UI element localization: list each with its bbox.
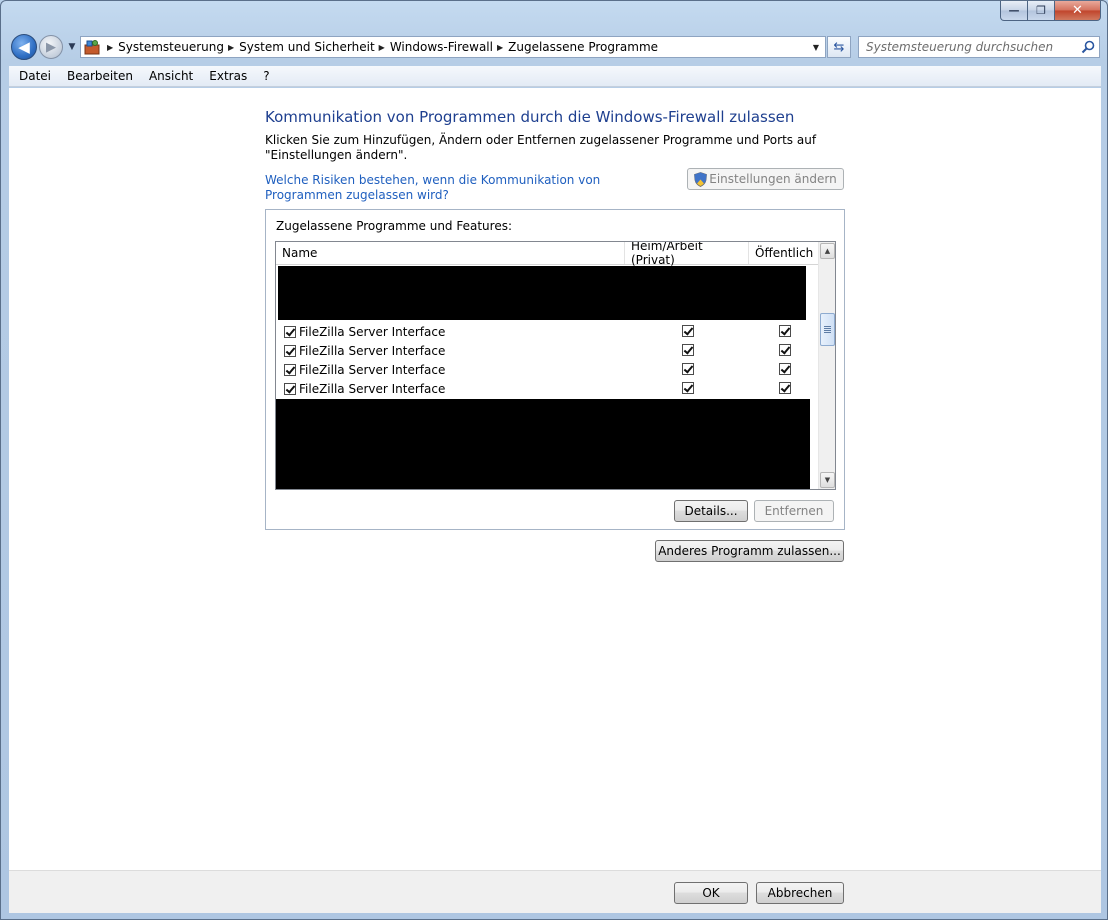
- column-header-home[interactable]: Heim/Arbeit (Privat): [625, 242, 749, 267]
- menu-bearbeiten[interactable]: Bearbeiten: [59, 69, 141, 83]
- redacted-block: [276, 399, 810, 489]
- navigation-row: ◀ ▶ ▼ ▶ Systemsteuerung ▶ System und Sic…: [9, 33, 1101, 61]
- home-network-checkbox[interactable]: [682, 382, 694, 394]
- table-row[interactable]: FileZilla Server Interface: [276, 360, 819, 379]
- home-network-checkbox[interactable]: [682, 344, 694, 356]
- details-button[interactable]: Details...: [674, 500, 748, 522]
- refresh-icon: ⇆: [833, 39, 845, 55]
- public-network-checkbox[interactable]: [779, 382, 791, 394]
- address-dropdown-icon[interactable]: ▼: [809, 40, 823, 54]
- column-header-public[interactable]: Öffentlich: [749, 242, 819, 264]
- program-name: FileZilla Server Interface: [299, 324, 446, 339]
- public-network-checkbox[interactable]: [779, 363, 791, 375]
- menu-ansicht[interactable]: Ansicht: [141, 69, 201, 83]
- table-row[interactable]: FileZilla Server Interface: [276, 322, 819, 341]
- minimize-button[interactable]: —: [1000, 1, 1028, 21]
- column-header-name[interactable]: Name: [276, 242, 625, 264]
- change-settings-button[interactable]: Einstellungen ändern: [687, 168, 844, 190]
- refresh-button[interactable]: ⇆: [827, 36, 851, 58]
- forward-button[interactable]: ▶: [39, 35, 63, 59]
- control-panel-icon: [81, 37, 103, 57]
- program-name-cell: FileZilla Server Interface: [284, 382, 445, 396]
- search-box[interactable]: [858, 36, 1100, 58]
- breadcrumb-zugelassene-programme[interactable]: Zugelassene Programme: [508, 40, 658, 54]
- content-area: Kommunikation von Programmen durch die W…: [9, 88, 1101, 870]
- menu-bar: Datei Bearbeiten Ansicht Extras ?: [9, 66, 1101, 87]
- menu-extras[interactable]: Extras: [201, 69, 255, 83]
- menu-datei[interactable]: Datei: [11, 69, 59, 83]
- breadcrumb-system-und-sicherheit[interactable]: System und Sicherheit: [239, 40, 375, 54]
- allow-other-program-button[interactable]: Anderes Programm zulassen...: [655, 540, 844, 562]
- search-input[interactable]: [866, 40, 1072, 54]
- program-enabled-checkbox[interactable]: [284, 382, 296, 395]
- allowed-programs-list[interactable]: Name Heim/Arbeit (Privat) Öffentlich Fil…: [275, 241, 836, 490]
- grip-icon: [824, 326, 831, 333]
- cancel-button[interactable]: Abbrechen: [756, 882, 844, 904]
- remove-button[interactable]: Entfernen: [754, 500, 834, 522]
- program-enabled-checkbox[interactable]: [284, 325, 296, 338]
- breadcrumb-separator-icon[interactable]: ▶: [379, 43, 385, 52]
- change-settings-label: Einstellungen ändern: [709, 172, 837, 186]
- address-bar[interactable]: ▶ Systemsteuerung ▶ System und Sicherhei…: [80, 36, 826, 58]
- program-enabled-checkbox[interactable]: [284, 363, 296, 376]
- home-network-checkbox[interactable]: [682, 325, 694, 337]
- breadcrumb-systemsteuerung[interactable]: Systemsteuerung: [118, 40, 224, 54]
- breadcrumb-separator-icon[interactable]: ▶: [228, 43, 234, 52]
- page-title: Kommunikation von Programmen durch die W…: [265, 108, 795, 126]
- public-network-checkbox[interactable]: [779, 325, 791, 337]
- table-row[interactable]: FileZilla Server Interface: [276, 341, 819, 360]
- breadcrumb-separator-icon[interactable]: ▶: [107, 43, 113, 52]
- maximize-button[interactable]: ❐: [1028, 1, 1055, 21]
- program-name-cell: FileZilla Server Interface: [284, 363, 445, 377]
- breadcrumb-separator-icon[interactable]: ▶: [497, 43, 503, 52]
- scroll-up-icon[interactable]: ▲: [820, 243, 835, 259]
- allowed-programs-group: Zugelassene Programme und Features: Name…: [265, 209, 845, 530]
- allowed-programs-label: Zugelassene Programme und Features:: [276, 219, 513, 233]
- explorer-window: — ❐ ✕ ◀ ▶ ▼ ▶ Systemsteuerung ▶ System u…: [0, 0, 1108, 920]
- public-network-checkbox[interactable]: [779, 344, 791, 356]
- instructions-text: Klicken Sie zum Hinzufügen, Ändern oder …: [265, 133, 817, 162]
- scroll-down-icon[interactable]: ▼: [820, 472, 835, 488]
- menu-help[interactable]: ?: [255, 69, 277, 83]
- table-row[interactable]: FileZilla Server Interface: [276, 379, 819, 398]
- program-name: FileZilla Server Interface: [299, 381, 446, 396]
- redacted-block: [278, 266, 806, 320]
- ok-button[interactable]: OK: [674, 882, 748, 904]
- search-icon[interactable]: [1080, 39, 1096, 55]
- close-button[interactable]: ✕: [1055, 1, 1101, 21]
- breadcrumb-windows-firewall[interactable]: Windows-Firewall: [390, 40, 493, 54]
- list-header: Name Heim/Arbeit (Privat) Öffentlich: [276, 242, 819, 267]
- recent-pages-dropdown[interactable]: ▼: [66, 40, 78, 54]
- program-name-cell: FileZilla Server Interface: [284, 325, 445, 339]
- home-network-checkbox[interactable]: [682, 363, 694, 375]
- program-enabled-checkbox[interactable]: [284, 344, 296, 357]
- back-button[interactable]: ◀: [11, 34, 37, 60]
- vertical-scrollbar[interactable]: ▲ ▼: [818, 242, 835, 489]
- scroll-thumb[interactable]: [820, 313, 835, 346]
- risk-info-link[interactable]: Welche Risiken bestehen, wenn die Kommun…: [265, 173, 665, 203]
- uac-shield-icon: [694, 171, 708, 187]
- program-name-cell: FileZilla Server Interface: [284, 344, 445, 358]
- program-name: FileZilla Server Interface: [299, 343, 446, 358]
- dialog-footer: OK Abbrechen: [9, 870, 1101, 913]
- caption-buttons: — ❐ ✕: [1000, 1, 1101, 21]
- program-name: FileZilla Server Interface: [299, 362, 446, 377]
